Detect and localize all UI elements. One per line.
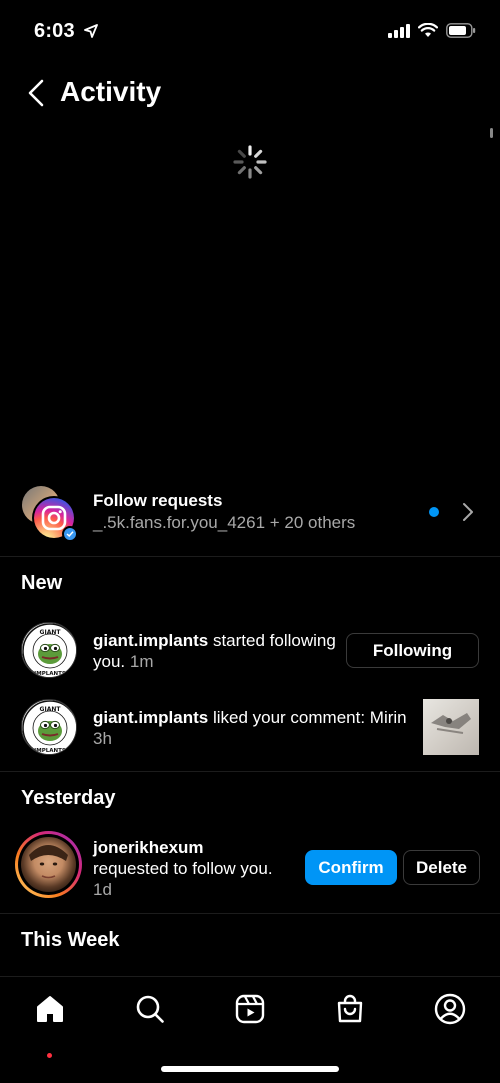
notification-time: 1m bbox=[129, 652, 154, 671]
avatar[interactable]: GIANT IMPLANTS bbox=[21, 622, 77, 678]
section-title-yesterday: Yesterday bbox=[21, 787, 116, 809]
reels-icon bbox=[235, 994, 265, 1024]
notification-time: 1d bbox=[93, 880, 112, 899]
svg-text:GIANT: GIANT bbox=[40, 629, 62, 636]
tab-search[interactable] bbox=[132, 991, 168, 1027]
page-title: Activity bbox=[60, 76, 162, 107]
svg-text:GIANT: GIANT bbox=[40, 706, 62, 713]
notification-text: jonerikhexum requested to follow you. 1d bbox=[93, 837, 293, 900]
loading-spinner-icon bbox=[233, 145, 267, 179]
status-icons bbox=[388, 23, 476, 38]
username[interactable]: giant.implants bbox=[93, 631, 208, 650]
avatar bbox=[21, 837, 76, 892]
tab-shop[interactable] bbox=[332, 991, 368, 1027]
divider bbox=[0, 556, 500, 557]
header: Activity bbox=[0, 70, 500, 116]
status-bar: 6:03 bbox=[0, 0, 500, 60]
home-indicator[interactable] bbox=[161, 1066, 339, 1072]
following-button[interactable]: Following bbox=[346, 633, 479, 668]
username[interactable]: jonerikhexum bbox=[93, 838, 204, 857]
scroll-indicator bbox=[490, 128, 493, 138]
tab-home[interactable] bbox=[32, 991, 68, 1027]
story-ring-avatar[interactable] bbox=[15, 831, 82, 898]
search-icon bbox=[136, 995, 164, 1023]
chevron-left-icon bbox=[28, 79, 44, 107]
profile-photo bbox=[29, 845, 68, 879]
pepe-frog-icon: GIANT IMPLANTS bbox=[22, 700, 76, 754]
back-button[interactable] bbox=[22, 78, 50, 108]
verified-badge-icon bbox=[62, 526, 78, 542]
follow-requests-title[interactable]: Follow requests bbox=[93, 491, 222, 511]
confirm-button[interactable]: Confirm bbox=[305, 850, 397, 885]
username[interactable]: giant.implants bbox=[93, 708, 208, 727]
svg-text:IMPLANTS: IMPLANTS bbox=[34, 671, 66, 677]
unread-dot bbox=[429, 507, 439, 517]
section-title-new: New bbox=[21, 572, 63, 594]
status-time: 6:03 bbox=[34, 20, 75, 42]
svg-text:IMPLANTS: IMPLANTS bbox=[34, 748, 66, 754]
notification-action: requested to follow you. bbox=[93, 859, 273, 878]
notification-text: giant.implants started following you. 1m bbox=[93, 630, 338, 672]
profile-icon bbox=[434, 993, 466, 1025]
tab-profile[interactable] bbox=[432, 991, 468, 1027]
divider bbox=[0, 771, 500, 772]
cellular-signal-icon bbox=[388, 23, 410, 38]
follow-requests-subtitle: _.5k.fans.for.you_4261 + 20 others bbox=[93, 513, 356, 532]
pepe-frog-icon: GIANT IMPLANTS bbox=[22, 623, 76, 677]
divider bbox=[0, 913, 500, 914]
delete-button[interactable]: Delete bbox=[403, 850, 480, 885]
section-title-this-week: This Week bbox=[21, 929, 120, 951]
battery-icon bbox=[446, 23, 476, 38]
chevron-right-icon[interactable] bbox=[462, 502, 474, 522]
location-arrow-icon bbox=[84, 24, 98, 38]
tab-reels[interactable] bbox=[232, 991, 268, 1027]
home-icon bbox=[37, 996, 63, 1022]
wifi-icon bbox=[418, 23, 438, 37]
avatar[interactable]: GIANT IMPLANTS bbox=[21, 699, 77, 755]
notification-text: giant.implants liked your comment: Mirin… bbox=[93, 707, 408, 749]
follow-requests-avatars[interactable] bbox=[22, 486, 78, 542]
post-thumbnail[interactable] bbox=[423, 699, 479, 755]
notification-time: 3h bbox=[93, 729, 112, 748]
avatar bbox=[32, 496, 78, 542]
notification-action: liked your comment: Mirin bbox=[208, 708, 407, 727]
post-image bbox=[431, 713, 471, 734]
notification-dot bbox=[47, 1053, 52, 1058]
shop-icon bbox=[337, 994, 363, 1023]
